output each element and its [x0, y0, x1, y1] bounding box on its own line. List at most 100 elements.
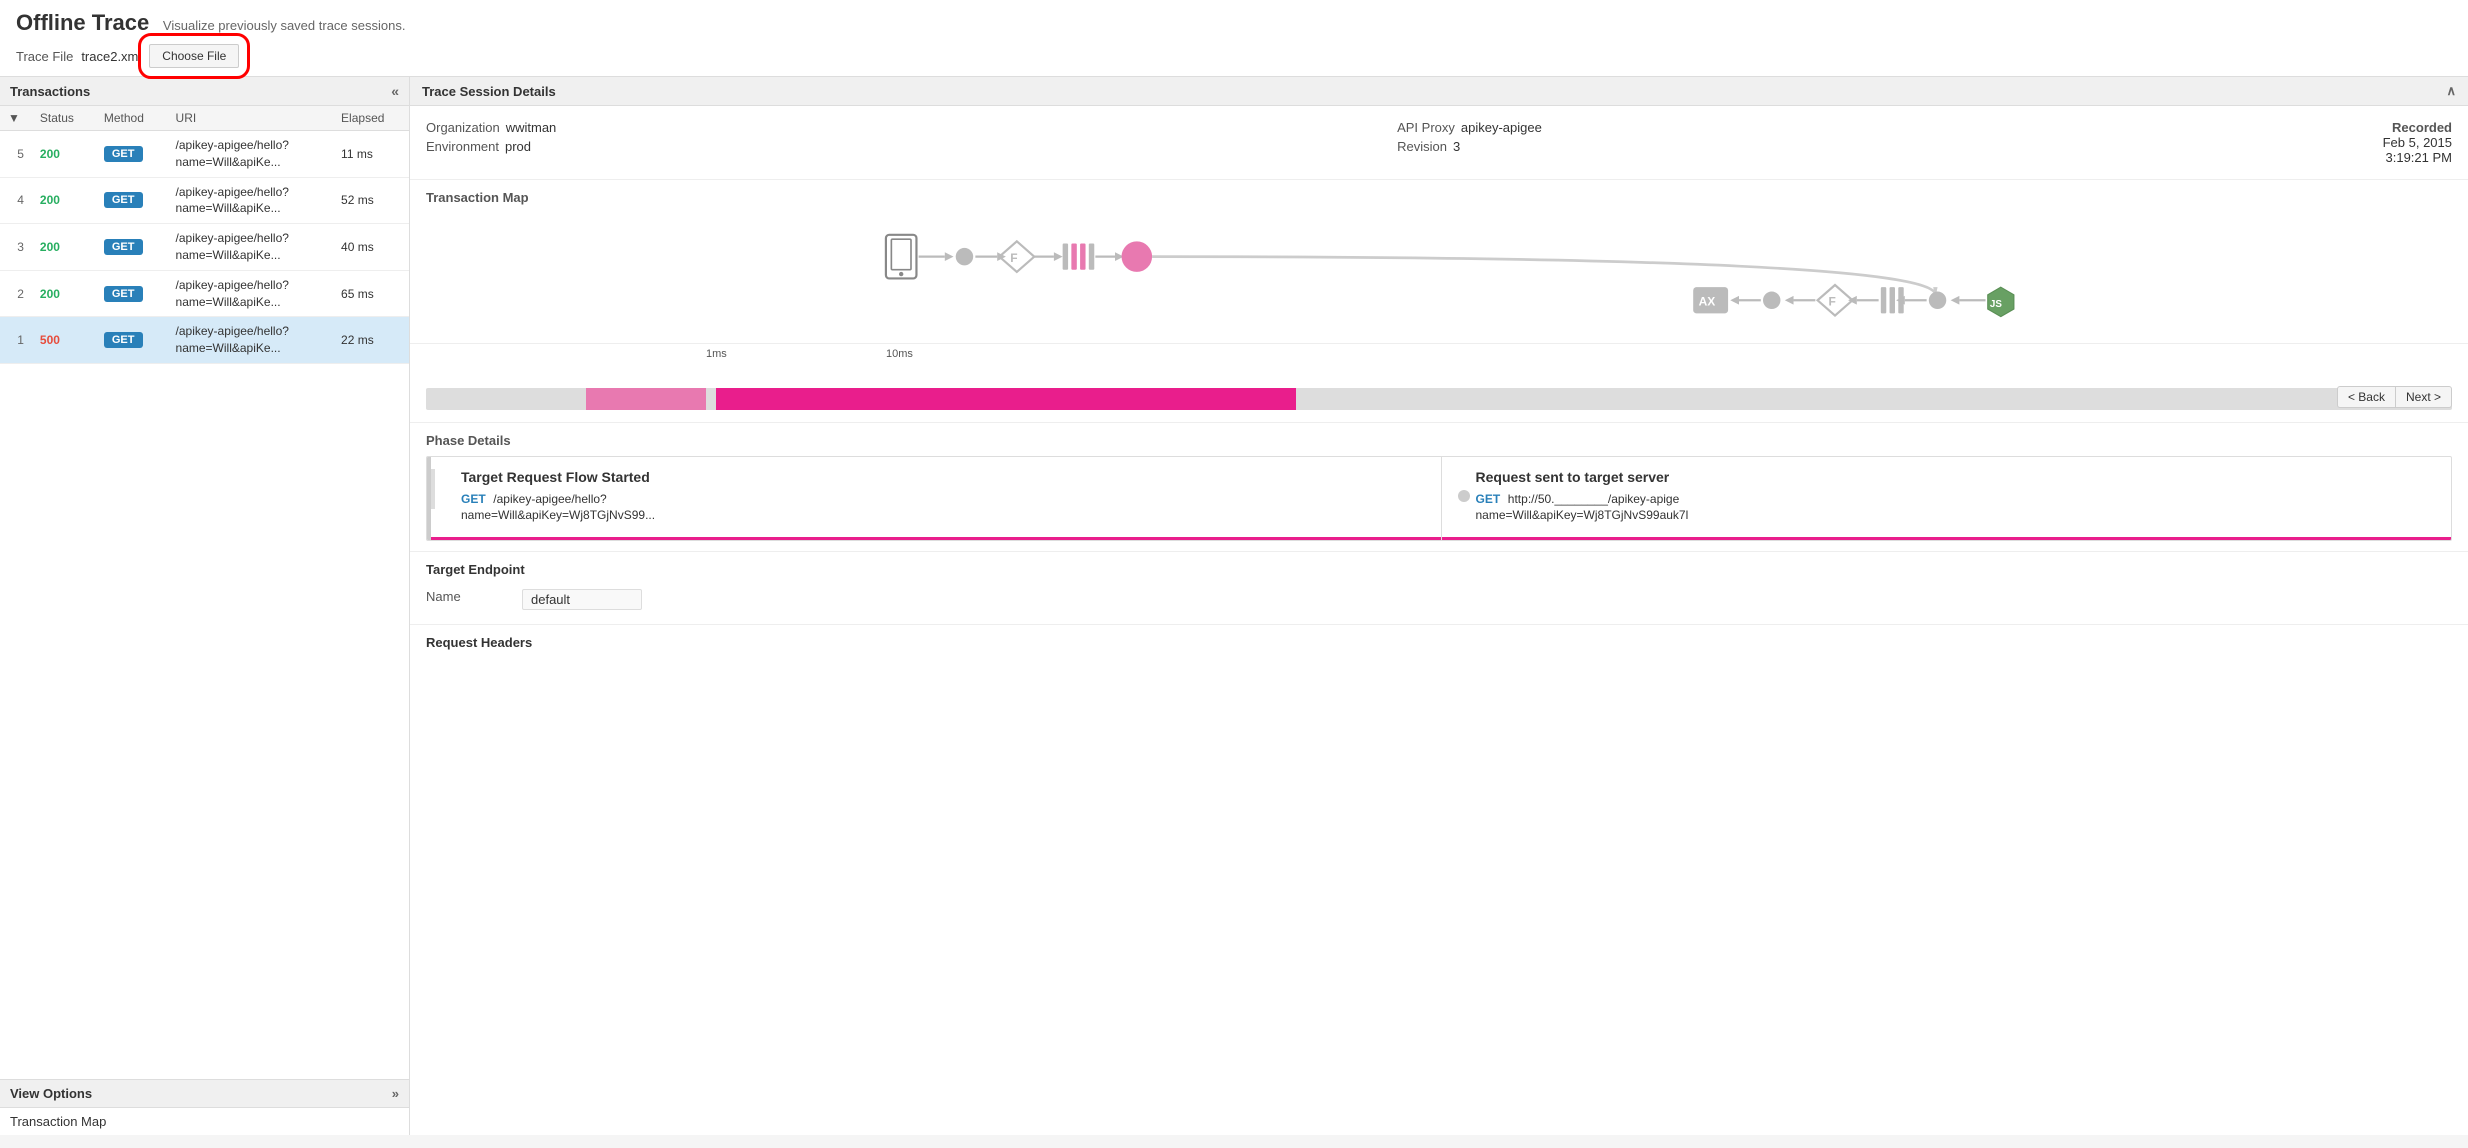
table-row[interactable]: 3 200 GET /apikey-apigee/hello? name=Wil…	[0, 224, 409, 271]
nav-buttons: < Back Next >	[2337, 386, 2452, 408]
row-elapsed: 40 ms	[333, 224, 409, 271]
table-row[interactable]: 2 200 GET /apikey-apigee/hello? name=Wil…	[0, 270, 409, 317]
phase-card-1-get: GET	[461, 492, 486, 506]
row-uri: /apikey-apigee/hello? name=Will&apiKe...	[168, 270, 334, 317]
recorded-date: Feb 5, 2015	[2383, 135, 2452, 150]
row-status: 200	[32, 131, 96, 178]
request-headers-section: Request Headers	[410, 625, 2468, 660]
recorded-group: Recorded Feb 5, 2015 3:19:21 PM	[2383, 120, 2452, 165]
target-endpoint-title: Target Endpoint	[426, 562, 2452, 577]
timeline-bar-segment1	[586, 388, 706, 410]
phase-card-1-url: /apikey-apigee/hello?	[493, 492, 606, 506]
col-sort: ▼	[0, 106, 32, 131]
phase-card-2-get: GET	[1476, 492, 1501, 506]
right-panel: Trace Session Details ∧ Organization wwi…	[410, 77, 2468, 1135]
timeline-label-1ms: 1ms	[706, 348, 727, 360]
status-badge: 200	[40, 147, 60, 161]
transactions-collapse-btn[interactable]: «	[391, 83, 399, 99]
col-elapsed: Elapsed	[333, 106, 409, 131]
row-method: GET	[96, 317, 168, 364]
revision-value: 3	[1453, 139, 1460, 154]
target-endpoint-section: Target Endpoint Name default	[410, 552, 2468, 625]
map-diagram: F	[426, 213, 2452, 333]
phase-details-section: Phase Details Target Request Flow Starte…	[410, 423, 2468, 552]
view-options-expand[interactable]: »	[392, 1086, 399, 1101]
table-row[interactable]: 1 500 GET /apikey-apigee/hello? name=Wil…	[0, 317, 409, 364]
phase-card-2-url2: name=Will&apiKey=Wj8TGjNvS99auk7l	[1476, 508, 1689, 522]
phase-card-1-bottom-bar	[431, 537, 1441, 540]
row-uri: /apikey-apigee/hello? name=Will&apiKe...	[168, 317, 334, 364]
row-method: GET	[96, 131, 168, 178]
revision-row: Revision 3	[1397, 139, 1542, 154]
view-options-body: Transaction Map	[0, 1108, 409, 1135]
row-num: 2	[0, 270, 32, 317]
trace-session-info: Organization wwitman Environment prod AP…	[426, 120, 2452, 165]
transaction-map-title: Transaction Map	[426, 190, 2452, 205]
row-num: 5	[0, 131, 32, 178]
row-uri: /apikey-apigee/hello? name=Will&apiKe...	[168, 224, 334, 271]
phase-card-1-title: Target Request Flow Started	[461, 469, 655, 485]
transactions-panel-header: Transactions «	[0, 77, 409, 106]
request-headers-title: Request Headers	[426, 635, 2452, 650]
page-header: Offline Trace Visualize previously saved…	[0, 0, 2468, 77]
transactions-title: Transactions	[10, 84, 90, 99]
timeline-container: 1ms 10ms < Back Next >	[410, 344, 2468, 423]
transactions-scroll: ▼ Status Method URI Elapsed 5 200 GET /a…	[0, 106, 409, 1079]
col-method: Method	[96, 106, 168, 131]
target-name-label: Name	[426, 589, 506, 610]
svg-text:AX: AX	[1699, 295, 1716, 309]
row-method: GET	[96, 270, 168, 317]
method-badge: GET	[104, 146, 143, 162]
org-value: wwitman	[506, 120, 557, 135]
proxy-revision-group: API Proxy apikey-apigee Revision 3	[1397, 120, 1542, 154]
phase-cards: Target Request Flow Started GET /apikey-…	[426, 456, 2452, 541]
status-badge: 200	[40, 193, 60, 207]
status-badge: 500	[40, 333, 60, 347]
proxy-row: API Proxy apikey-apigee	[1397, 120, 1542, 135]
org-env-group: Organization wwitman Environment prod	[426, 120, 556, 154]
status-badge: 200	[40, 287, 60, 301]
target-endpoint-row: Name default	[426, 585, 2452, 614]
row-uri: /apikey-apigee/hello? name=Will&apiKe...	[168, 177, 334, 224]
view-options-title: View Options	[10, 1086, 92, 1101]
row-status: 200	[32, 270, 96, 317]
back-button[interactable]: < Back	[2337, 386, 2396, 408]
phase-indicator-2	[1458, 490, 1470, 502]
recorded-time: 3:19:21 PM	[2383, 150, 2452, 165]
right-panel-collapse[interactable]: ∧	[2446, 83, 2456, 99]
row-method: GET	[96, 177, 168, 224]
timeline-bar-segment2	[716, 388, 1296, 410]
table-row[interactable]: 4 200 GET /apikey-apigee/hello? name=Wil…	[0, 177, 409, 224]
trace-file-label: Trace File	[16, 49, 73, 64]
phase-card-1-url2: name=Will&apiKey=Wj8TGjNvS99...	[461, 508, 655, 522]
next-button[interactable]: Next >	[2396, 386, 2452, 408]
svg-text:JS: JS	[1990, 299, 2002, 310]
revision-label: Revision	[1397, 139, 1447, 154]
phase-details-title: Phase Details	[426, 433, 2452, 448]
row-status: 200	[32, 224, 96, 271]
proxy-label: API Proxy	[1397, 120, 1455, 135]
row-elapsed: 22 ms	[333, 317, 409, 364]
phase-card-2: Request sent to target server GET http:/…	[1442, 457, 2452, 540]
table-row[interactable]: 5 200 GET /apikey-apigee/hello? name=Wil…	[0, 131, 409, 178]
choose-file-button[interactable]: Choose File	[149, 44, 239, 68]
col-uri: URI	[168, 106, 334, 131]
timeline-bar-area: < Back Next >	[426, 388, 2452, 410]
page-subtitle: Visualize previously saved trace session…	[163, 18, 406, 33]
sort-icon: ▼	[8, 111, 20, 125]
page-title: Offline Trace	[16, 10, 149, 35]
org-row: Organization wwitman	[426, 120, 556, 135]
timeline-label-10ms: 10ms	[886, 348, 913, 360]
row-num: 1	[0, 317, 32, 364]
table-header-row: ▼ Status Method URI Elapsed	[0, 106, 409, 131]
proxy-value: apikey-apigee	[1461, 120, 1542, 135]
phase-card-2-bottom-bar	[1442, 537, 2452, 540]
phase-card-2-url: http://50.________/apikey-apige	[1508, 492, 1679, 506]
method-badge: GET	[104, 332, 143, 348]
trace-session-details: Organization wwitman Environment prod AP…	[410, 106, 2468, 180]
right-panel-title: Trace Session Details	[422, 84, 556, 99]
timeline-bar-bg	[426, 388, 2452, 410]
row-elapsed: 11 ms	[333, 131, 409, 178]
target-name-value: default	[522, 589, 642, 610]
method-badge: GET	[104, 192, 143, 208]
